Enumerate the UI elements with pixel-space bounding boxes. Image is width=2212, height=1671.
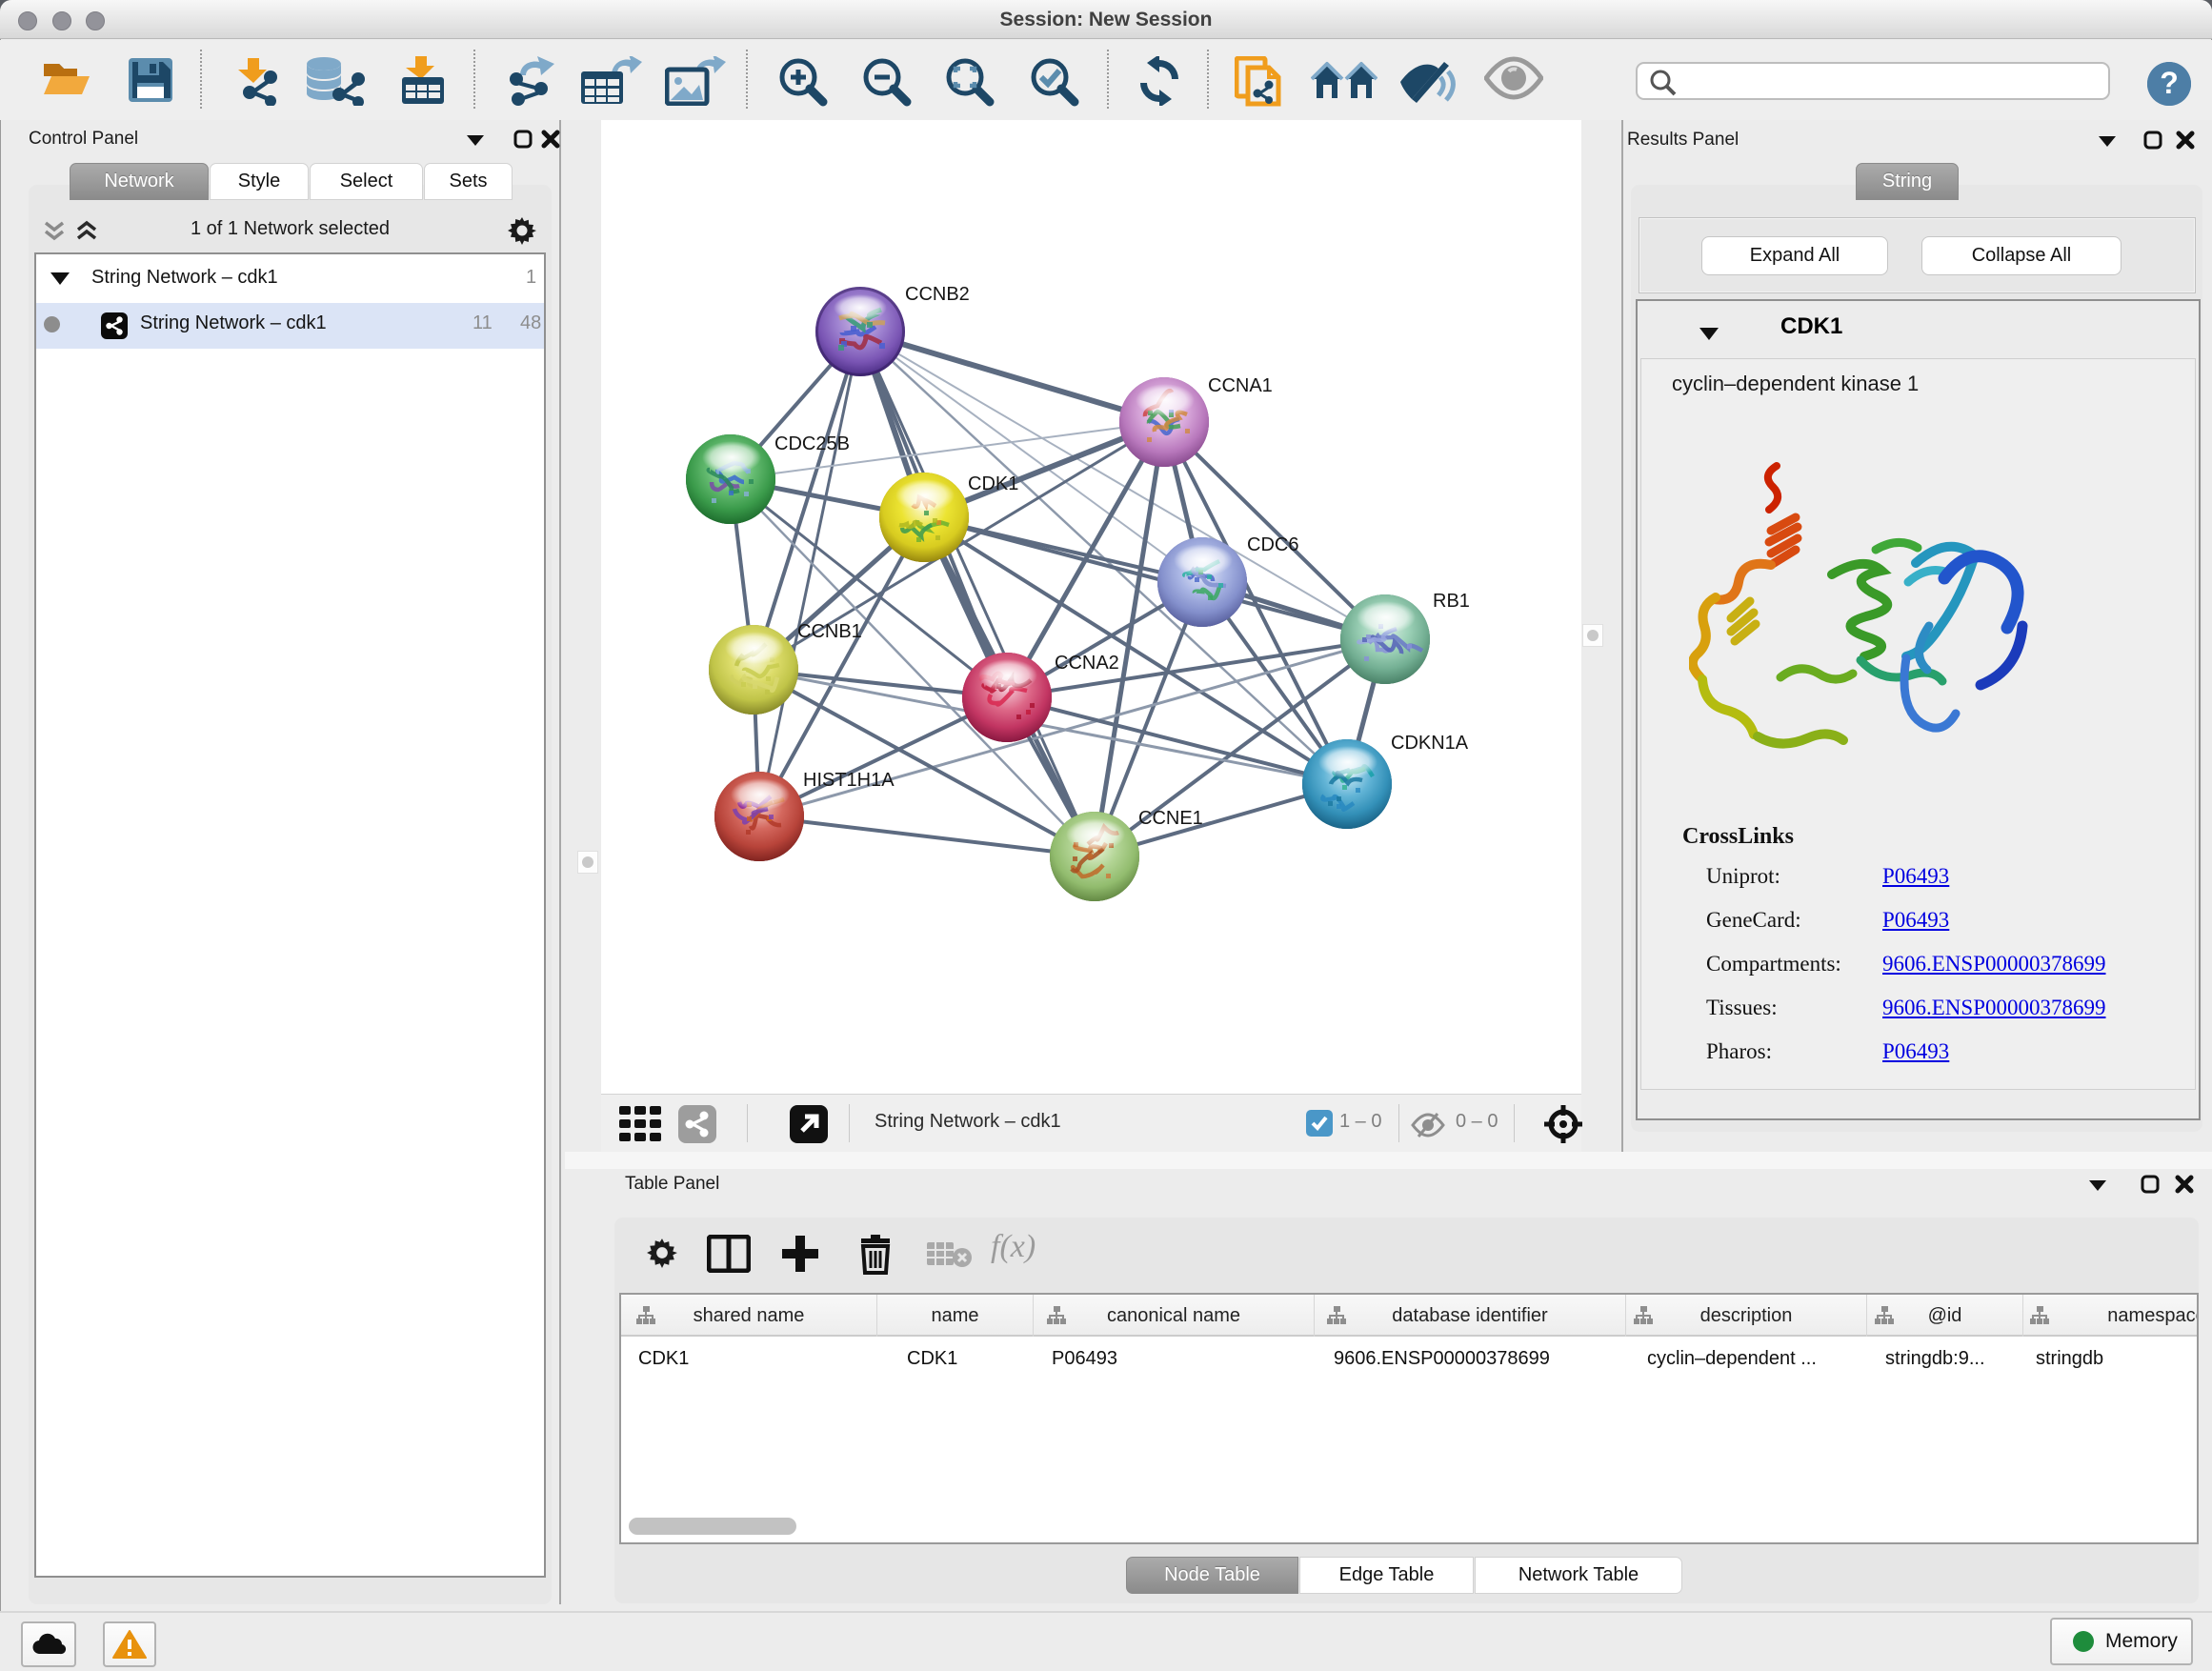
svg-text:CCNE1: CCNE1: [1138, 808, 1203, 829]
svg-text:?: ?: [2160, 66, 2179, 100]
svg-text:CDKN1A: CDKN1A: [1391, 733, 1469, 754]
svg-text:CCNA1: CCNA1: [1208, 375, 1273, 396]
svg-text:HIST1H1A: HIST1H1A: [803, 770, 895, 791]
svg-text:CCNB2: CCNB2: [905, 284, 970, 305]
svg-text:CDC25B: CDC25B: [774, 433, 850, 454]
svg-text:CCNA2: CCNA2: [1055, 653, 1119, 674]
svg-text:CCNB1: CCNB1: [797, 621, 862, 642]
svg-text:CDK1: CDK1: [968, 473, 1018, 494]
svg-text:RB1: RB1: [1433, 591, 1470, 612]
svg-text:CDC6: CDC6: [1247, 534, 1298, 555]
